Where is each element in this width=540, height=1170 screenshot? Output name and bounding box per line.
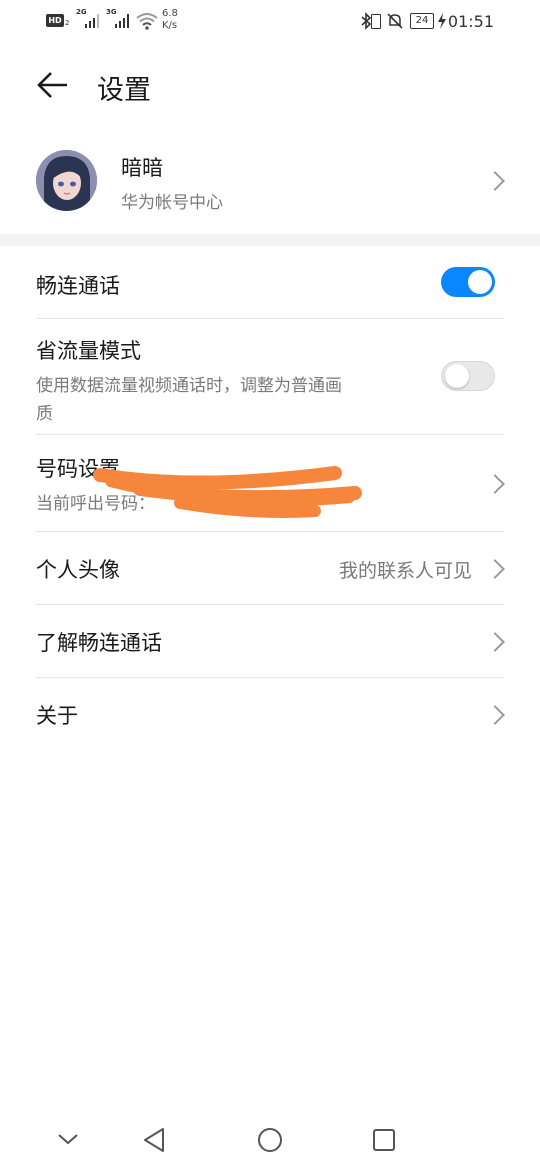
network-speed: 6.8 K/s bbox=[162, 8, 178, 32]
account-subtitle: 华为帐号中心 bbox=[121, 193, 223, 213]
learn-more-row[interactable]: 了解畅连通话 bbox=[0, 605, 540, 677]
chevron-right-icon bbox=[485, 559, 505, 579]
chevron-right-icon bbox=[485, 171, 505, 191]
redaction-scribble bbox=[93, 466, 362, 518]
network-speed-value: 6.8 bbox=[162, 8, 178, 19]
back-arrow-icon[interactable] bbox=[36, 70, 70, 100]
chevron-right-icon bbox=[485, 705, 505, 725]
about-label: 关于 bbox=[36, 704, 78, 728]
battery-level: 24 bbox=[415, 15, 429, 26]
personal-avatar-label: 个人头像 bbox=[36, 558, 120, 582]
smooth-call-toggle[interactable] bbox=[441, 267, 495, 297]
nav-back-icon[interactable] bbox=[142, 1127, 166, 1153]
mute-icon bbox=[387, 13, 403, 29]
status-bar: HD 2 2G 3G 6.8 K/s 24 01:51 bbox=[0, 0, 540, 42]
signal-2-icon bbox=[115, 14, 131, 28]
personal-avatar-value: 我的联系人可见 bbox=[338, 560, 472, 582]
nav-recents-icon[interactable] bbox=[372, 1128, 396, 1152]
navigation-bar bbox=[0, 1110, 540, 1170]
account-name: 暗暗 bbox=[121, 156, 163, 180]
number-settings-row[interactable]: 号码设置 当前呼出号码： bbox=[0, 435, 540, 531]
data-saver-label: 省流量模式 bbox=[36, 339, 141, 363]
smooth-call-label: 畅连通话 bbox=[36, 274, 120, 298]
nav-down-icon[interactable] bbox=[57, 1132, 79, 1146]
vibrate-icon bbox=[371, 14, 381, 29]
data-saver-description-line1: 使用数据流量视频通话时，调整为普通画 bbox=[36, 376, 342, 396]
section-separator bbox=[0, 234, 540, 246]
hd-badge-sub: 2 bbox=[65, 19, 70, 27]
charging-icon bbox=[438, 13, 446, 29]
hd-badge: HD bbox=[46, 14, 64, 27]
about-row[interactable]: 关于 bbox=[0, 678, 540, 750]
data-saver-description-line2: 质 bbox=[36, 404, 53, 424]
smooth-call-row: 畅连通话 bbox=[0, 248, 540, 318]
account-row[interactable]: 暗暗 华为帐号中心 bbox=[0, 130, 540, 232]
chevron-right-icon bbox=[485, 474, 505, 494]
personal-avatar-row[interactable]: 个人头像 我的联系人可见 bbox=[0, 532, 540, 604]
learn-more-label: 了解畅连通话 bbox=[36, 631, 162, 655]
data-saver-row: 省流量模式 使用数据流量视频通话时，调整为普通画 质 bbox=[0, 319, 540, 434]
clock: 01:51 bbox=[447, 12, 494, 31]
nav-home-icon[interactable] bbox=[257, 1127, 283, 1153]
data-saver-toggle[interactable] bbox=[441, 361, 495, 391]
signal-1-icon bbox=[85, 14, 101, 28]
network-speed-unit: K/s bbox=[162, 20, 178, 31]
battery-icon: 24 bbox=[410, 13, 434, 29]
wifi-icon bbox=[136, 13, 158, 30]
chevron-right-icon bbox=[485, 632, 505, 652]
avatar bbox=[36, 150, 97, 211]
page-title: 设置 bbox=[97, 75, 151, 106]
